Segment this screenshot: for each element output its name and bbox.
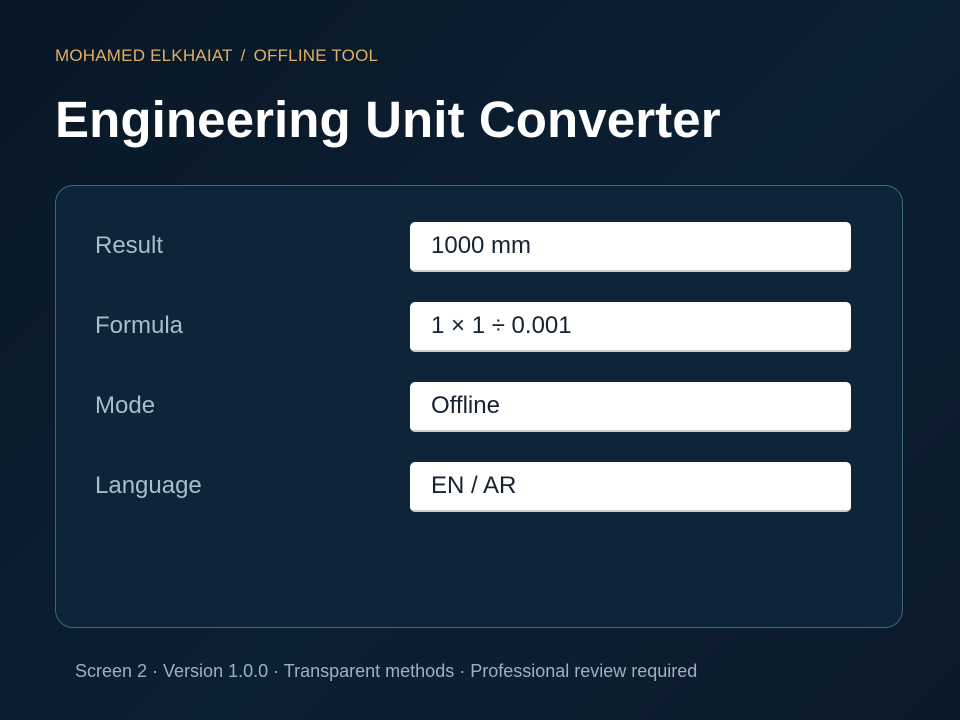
mode-row: Mode Offline	[56, 382, 902, 434]
result-label: Result	[95, 232, 164, 259]
formula-label: Formula	[95, 312, 184, 339]
mode-value-field[interactable]: Offline	[410, 382, 851, 432]
converter-panel: Result 1000 mm Formula 1 × 1 ÷ 0.001 Mod…	[55, 185, 903, 628]
language-label: Language	[95, 472, 202, 499]
breadcrumb-section: OFFLINE TOOL	[253, 46, 379, 65]
mode-label: Mode	[95, 392, 156, 419]
page-title: Engineering Unit Converter	[55, 91, 721, 148]
language-value-field[interactable]: EN / AR	[410, 462, 851, 512]
footer-info: Screen 2 · Version 1.0.0 · Transparent m…	[75, 661, 698, 681]
result-row: Result 1000 mm	[56, 222, 902, 274]
breadcrumb: MOHAMED ELKHAIAT / OFFLINE TOOL	[55, 46, 378, 66]
breadcrumb-separator: /	[240, 46, 246, 65]
formula-row: Formula 1 × 1 ÷ 0.001	[56, 302, 902, 354]
formula-value-field[interactable]: 1 × 1 ÷ 0.001	[410, 302, 851, 352]
language-row: Language EN / AR	[56, 462, 902, 514]
breadcrumb-author: MOHAMED ELKHAIAT	[55, 46, 233, 65]
result-value-field[interactable]: 1000 mm	[410, 222, 851, 272]
